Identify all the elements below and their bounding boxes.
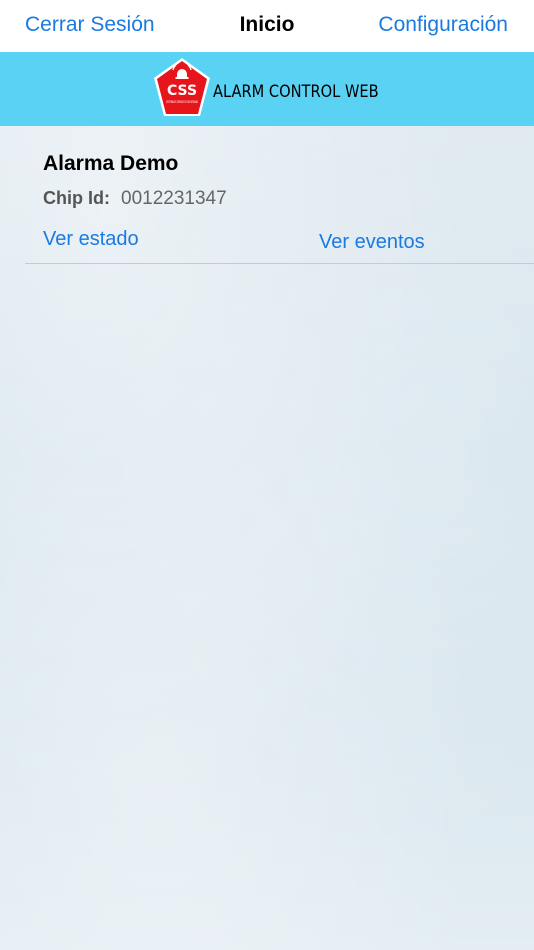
logout-button[interactable]: Cerrar Sesión: [25, 0, 155, 52]
brand-banner: CSS CENTRALES SERVICIOS SEGURIDAD ALARM …: [0, 52, 534, 126]
css-logo: CSS CENTRALES SERVICIOS SEGURIDAD: [154, 58, 210, 116]
settings-button[interactable]: Configuración: [378, 0, 508, 52]
banner-title: ALARM CONTROL WEB: [213, 82, 379, 102]
list-item: Alarma Demo Chip Id: 0012231347 Ver esta…: [25, 126, 534, 264]
logo-subtext: CENTRALES SERVICIOS SEGURIDAD: [166, 100, 198, 104]
logo-text: CSS: [167, 83, 197, 99]
chip-id-value: 0012231347: [121, 188, 227, 209]
alarm-name: Alarma Demo: [43, 152, 179, 175]
view-status-link[interactable]: Ver estado: [43, 228, 139, 251]
navigation-bar: Cerrar Sesión Inicio Configuración: [0, 0, 534, 52]
alarm-list: Alarma Demo Chip Id: 0012231347 Ver esta…: [0, 126, 534, 950]
chip-id-label: Chip Id:: [43, 188, 110, 208]
view-events-link[interactable]: Ver eventos: [319, 231, 425, 254]
